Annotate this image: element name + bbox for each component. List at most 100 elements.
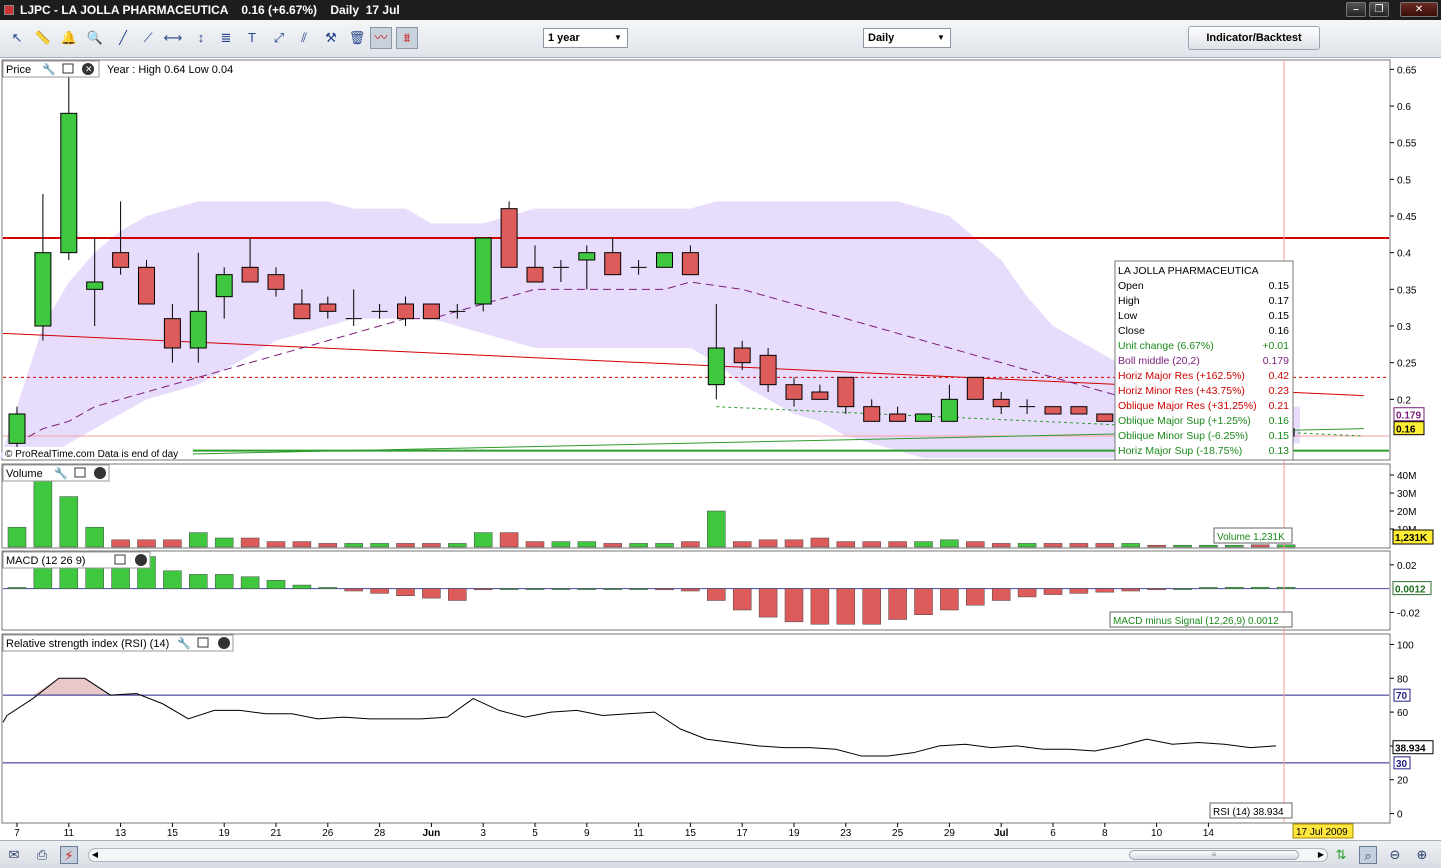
chart-area[interactable]: 0.20.250.30.350.40.450.50.550.60.650.179…	[0, 58, 1441, 840]
volume-bar	[1250, 544, 1270, 548]
arrow-tool-icon[interactable]: ⤢	[268, 27, 290, 49]
volume-bar	[318, 543, 338, 548]
volume-bar	[991, 543, 1011, 548]
zoom-fit-icon[interactable]: ⌕	[1359, 846, 1377, 864]
scroll-left-icon[interactable]: ◀	[89, 849, 101, 861]
info-row-value: 0.15	[1269, 430, 1290, 442]
rsi-panel[interactable]	[1, 633, 1391, 824]
candle-body	[656, 252, 673, 268]
macd-bar	[1276, 586, 1296, 589]
macd-bar	[758, 588, 778, 618]
volume-bar	[732, 541, 752, 548]
zoom-in-icon[interactable]: ⊕	[1413, 846, 1431, 864]
x-tick-label: 19	[219, 828, 231, 839]
last-value-label: 0.179	[1396, 411, 1421, 422]
minimize-button[interactable]: –	[1346, 2, 1366, 17]
price-y-tick-label: 0.5	[1397, 175, 1411, 186]
close-panel-icon[interactable]	[94, 467, 106, 479]
info-row-value: +0.01	[1262, 340, 1289, 352]
info-row-value: 0.179	[1263, 355, 1289, 367]
info-row-value: 0.42	[1269, 370, 1290, 382]
macd-bar	[707, 588, 726, 601]
info-row-value: 0.16	[1269, 415, 1290, 427]
macd-bar	[1199, 587, 1218, 589]
restore-button[interactable]: ❐	[1369, 2, 1389, 17]
horizontal-scrollbar[interactable]: ◀ ≡ ▶	[88, 848, 1328, 862]
macd-bar	[525, 588, 545, 590]
pointer-icon[interactable]: ↖	[6, 27, 28, 49]
candle-body	[940, 398, 958, 422]
trendline-icon[interactable]: ⟋	[137, 27, 159, 49]
info-row-label: High	[1118, 295, 1140, 307]
volume-legend-text: Volume 1,231K	[1217, 532, 1285, 543]
scrollbar-thumb[interactable]: ≡	[1129, 850, 1299, 860]
macd-legend: MACD minus Signal (12,26,9) 0.0012	[1109, 611, 1293, 628]
candle-body	[397, 303, 414, 320]
scroll-right-icon[interactable]: ▶	[1315, 849, 1327, 861]
macd-bar	[655, 588, 674, 591]
properties-icon[interactable]: ⚒	[320, 27, 342, 49]
x-tick-label: Jul	[994, 828, 1009, 839]
close-panel-icon[interactable]	[218, 637, 230, 649]
macd-bar	[1043, 588, 1063, 595]
horizontal-line-icon[interactable]: ⟷	[162, 27, 184, 49]
volume-bar	[370, 543, 389, 548]
volume-bar	[914, 541, 933, 548]
rsi-y-tick-label: 0	[1397, 810, 1403, 821]
candle	[1044, 406, 1062, 415]
interval-select[interactable]: Daily ▼	[863, 28, 951, 48]
indicator-backtest-button[interactable]: Indicator/Backtest	[1188, 26, 1320, 50]
ruler-icon[interactable]: 📏	[32, 27, 54, 49]
x-tick-label: 8	[1102, 828, 1108, 839]
rsi-panel-title: Relative strength index (RSI) (14)	[6, 638, 169, 650]
vertical-line-icon[interactable]: ↕	[190, 27, 212, 49]
volume-bar	[189, 532, 208, 548]
wrench-icon[interactable]: 🔧	[177, 636, 191, 650]
wrench-icon[interactable]: 🔧	[54, 466, 68, 480]
close-button[interactable]: ✕	[1400, 2, 1438, 17]
mail-icon[interactable]: ✉	[5, 846, 23, 864]
rsi-legend: RSI (14) 38.934	[1209, 802, 1293, 819]
macd-bar	[914, 588, 933, 615]
cursor-date-tag: 17 Jul 2009	[1292, 823, 1354, 839]
candle-body	[1044, 406, 1062, 415]
indicator-overlay-icon[interactable]: 〰	[370, 27, 392, 49]
last-value-label: 0.16	[1396, 425, 1416, 436]
volume-bar	[214, 537, 234, 548]
macd-bar	[1121, 588, 1140, 592]
macd-bar	[1069, 588, 1089, 594]
volume-bar	[1147, 544, 1166, 548]
close-panel-icon[interactable]	[135, 554, 147, 566]
delete-icon[interactable]: 🗑	[346, 27, 368, 49]
disconnect-icon[interactable]: ⚡	[60, 846, 78, 864]
candle-body	[112, 252, 130, 268]
pan-icon[interactable]: ⇅	[1332, 846, 1350, 864]
year-range-label: Year : High 0.64 Low 0.04	[107, 64, 233, 76]
x-tick-label: 26	[322, 828, 334, 839]
print-icon[interactable]: ⎙	[33, 846, 51, 864]
candle	[1096, 413, 1114, 422]
candle	[915, 413, 932, 422]
info-row-value: 0.16	[1269, 325, 1290, 337]
candle-body	[319, 303, 337, 312]
macd-bar	[189, 574, 208, 589]
channel-icon[interactable]: ⫽	[293, 27, 315, 49]
macd-bar	[732, 588, 752, 611]
zoom-out-icon[interactable]: ⊖	[1386, 846, 1404, 864]
candle	[474, 237, 492, 312]
zoom-icon[interactable]: 🔍	[84, 27, 106, 49]
volume-bar	[266, 541, 286, 548]
candle-body	[863, 406, 881, 422]
text-tool-icon[interactable]: T	[241, 27, 263, 49]
volume-bar	[85, 526, 104, 548]
macd-panel-header: MACD (12 26 9)	[2, 551, 151, 569]
period-select[interactable]: 1 year ▼	[543, 28, 628, 48]
wrench-icon[interactable]: 🔧	[42, 62, 56, 76]
volume-panel[interactable]	[1, 463, 1391, 549]
alarm-icon[interactable]: 🔔	[58, 27, 80, 49]
candle-style-icon[interactable]: ⩩	[396, 27, 418, 49]
fibonacci-icon[interactable]: ≣	[215, 27, 237, 49]
line-tool-icon[interactable]: ╱	[112, 27, 134, 49]
volume-bar	[1225, 544, 1244, 548]
candle	[1070, 406, 1088, 415]
